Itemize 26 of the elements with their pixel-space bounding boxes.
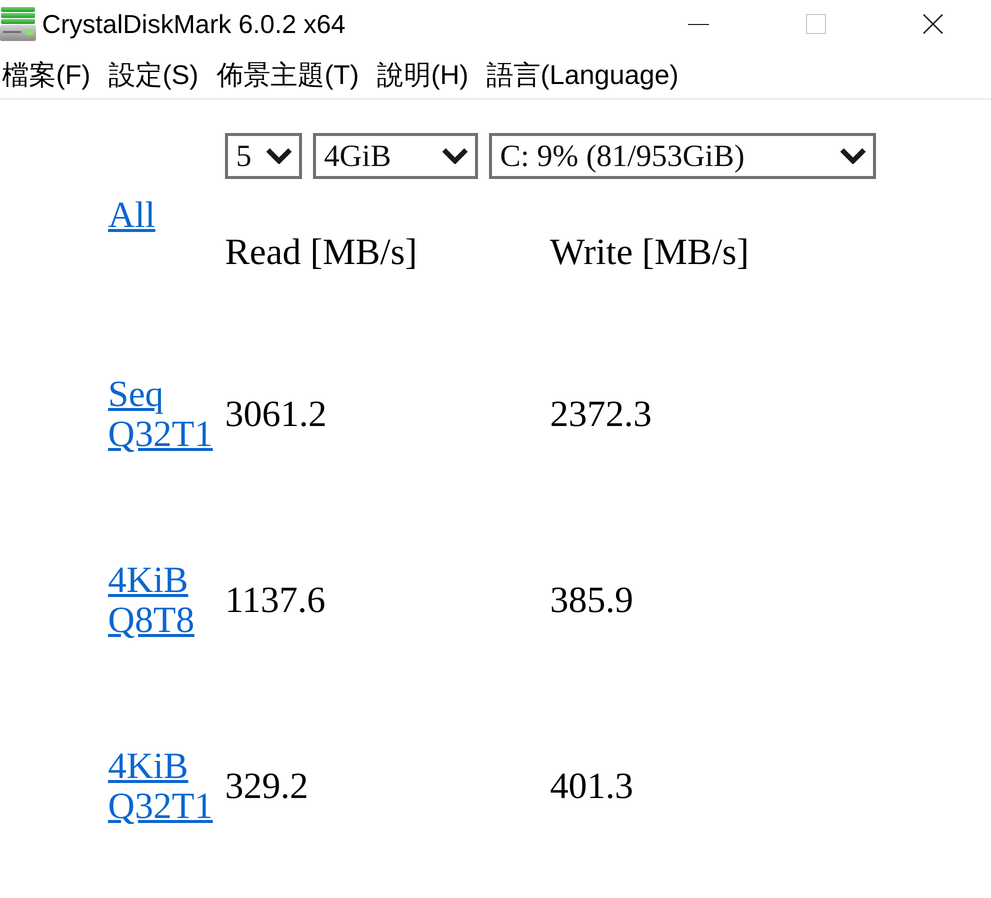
column-header: Write [MB/s] — [550, 233, 749, 273]
menu-item[interactable]: 說明(H) — [376, 58, 468, 92]
menu-item[interactable]: 佈景主題(T) — [216, 58, 359, 92]
close-icon[interactable] — [922, 14, 942, 34]
all-link[interactable]: All — [108, 196, 156, 236]
test-link[interactable]: Seq Q32T1 — [108, 375, 213, 455]
read-value: 3061.2 — [225, 395, 327, 435]
column-header: Read [MB/s] — [225, 233, 418, 273]
read-value: 1137.6 — [225, 581, 326, 621]
test-link[interactable]: 4KiB Q8T8 — [108, 561, 194, 641]
menu-item[interactable]: 語言(Language) — [486, 58, 679, 92]
menu-item[interactable]: 設定(S) — [108, 58, 198, 92]
drive-dropdown[interactable]: C: 9% (81/953GiB) — [489, 133, 876, 179]
drive-icon — [0, 6, 36, 42]
chevron-down-icon — [266, 148, 292, 164]
read-value: 329.2 — [225, 767, 308, 807]
window-title: CrystalDiskMark 6.0.2 x64 — [42, 8, 346, 40]
chevron-down-icon — [840, 148, 866, 164]
menu-item[interactable]: 檔案(F) — [2, 58, 90, 92]
size-dropdown[interactable]: 4GiB — [313, 133, 478, 179]
write-value: 385.9 — [550, 581, 634, 621]
write-value: 2372.3 — [550, 395, 652, 435]
count-dropdown[interactable]: 5 — [225, 133, 302, 179]
write-value: 401.3 — [550, 767, 634, 807]
chevron-down-icon — [442, 148, 468, 164]
test-link[interactable]: 4KiB Q32T1 — [108, 747, 213, 827]
